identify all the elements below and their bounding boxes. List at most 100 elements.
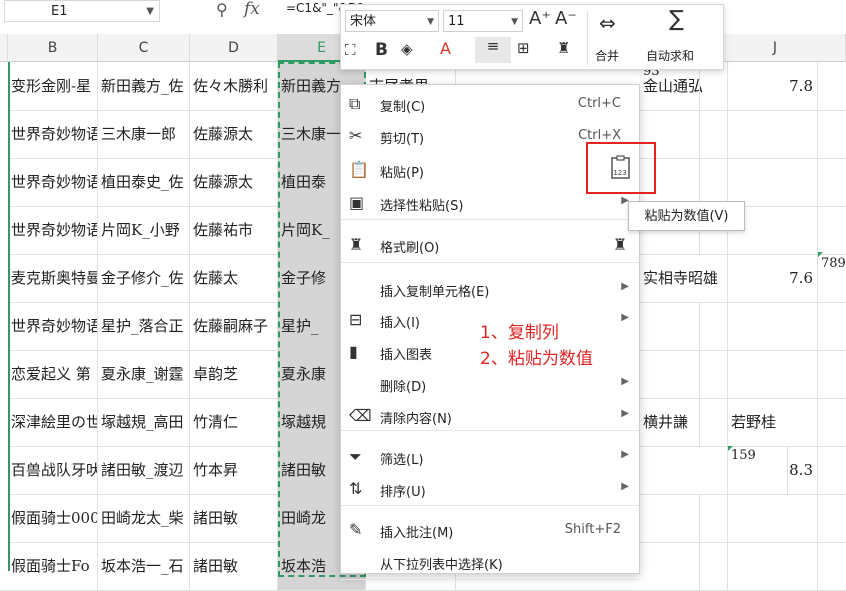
menu-item-item-13[interactable]: 从下拉列表中选择(K) xyxy=(341,546,639,578)
menu-divider xyxy=(341,579,639,580)
cell-k[interactable] xyxy=(640,302,700,350)
cell-num[interactable] xyxy=(728,302,818,350)
cell-b[interactable]: 世界奇妙物语 xyxy=(8,158,98,206)
cell-c[interactable]: 星护_落合正 xyxy=(98,302,190,350)
autosum-button[interactable]: 自动求和 xyxy=(646,47,694,64)
fill-color-icon[interactable]: ◈ xyxy=(401,40,413,58)
cell-b[interactable]: 假面骑士Fo xyxy=(8,542,98,590)
menu-item-format-painter[interactable]: ♜ 格式刷(O) xyxy=(341,229,639,261)
font-value: 宋体 xyxy=(350,14,377,29)
column-header-d[interactable]: D xyxy=(190,34,278,62)
column-header-b[interactable]: B xyxy=(8,34,98,62)
menu-item-copy[interactable]: ⧉ 复制(C) Ctrl+C xyxy=(341,88,639,120)
cell-d[interactable]: 諸田敏 xyxy=(190,542,278,590)
cell-d[interactable]: 佐藤太 xyxy=(190,254,278,302)
cell-d[interactable]: 佐藤源太 xyxy=(190,110,278,158)
cell-num[interactable] xyxy=(728,494,818,542)
cell-c[interactable]: 植田泰史_佐 xyxy=(98,158,190,206)
cell-c[interactable]: 片岡K_小野 xyxy=(98,206,190,254)
chevron-down-icon[interactable]: ▼ xyxy=(146,1,154,23)
cell-i[interactable] xyxy=(640,446,728,494)
cell-d[interactable]: 諸田敏 xyxy=(190,494,278,542)
submenu-arrow-icon: ▶ xyxy=(621,449,629,460)
cell-k[interactable] xyxy=(640,350,700,398)
cell-b[interactable]: 麦克斯奥特曼 xyxy=(8,254,98,302)
menu-item-label: 删除(D) xyxy=(380,380,427,395)
paste-special-icon: ▣ xyxy=(349,193,365,212)
cell-k[interactable]: 159 xyxy=(728,446,788,494)
cell-b[interactable]: 世界奇妙物语 xyxy=(8,302,98,350)
cell-k[interactable]: 789 xyxy=(818,254,846,302)
cell-d[interactable]: 竹清仁 xyxy=(190,398,278,446)
cell-c[interactable]: 三木康一郎 xyxy=(98,110,190,158)
font-size-select[interactable]: 11 ▼ xyxy=(443,10,523,32)
menu-item-comment[interactable]: ✎ 插入批注(M) Shift+F2 xyxy=(341,514,639,546)
format-painter-icon[interactable]: ♜ xyxy=(613,235,627,254)
grow-font-icon[interactable]: A⁺ xyxy=(529,8,551,29)
cell-b[interactable]: 百兽战队牙吠 xyxy=(8,446,98,494)
merge-button[interactable]: 合并 xyxy=(595,47,619,64)
font-select[interactable]: 宋体 ▼ xyxy=(345,10,439,32)
cell-c[interactable]: 諸田敏_渡辺 xyxy=(98,446,190,494)
cell-b[interactable]: 世界奇妙物语 xyxy=(8,206,98,254)
cell-d[interactable]: 卓韵芝 xyxy=(190,350,278,398)
cell-c[interactable]: 金子修介_佐 xyxy=(98,254,190,302)
name-box[interactable]: E1 ▼ xyxy=(4,0,160,22)
menu-item-filter[interactable]: ⏷ 筛选(L) ▶ xyxy=(341,441,639,473)
format-cells-icon[interactable]: ⛶ xyxy=(345,41,356,59)
menu-divider xyxy=(341,219,639,220)
magnifier-icon[interactable]: ⚲ xyxy=(216,0,228,19)
menu-item-sort[interactable]: ⇅ 排序(U) ▶ xyxy=(341,473,639,505)
cell-c[interactable]: 夏永康_谢霆 xyxy=(98,350,190,398)
comment-indicator xyxy=(818,252,823,257)
cell-c[interactable]: 田崎龙太_柴 xyxy=(98,494,190,542)
column-header-c[interactable]: C xyxy=(98,34,190,62)
cell-num[interactable] xyxy=(728,542,818,590)
filter-icon: ⏷ xyxy=(349,447,362,466)
cell-reference: E1 xyxy=(51,4,68,19)
borders-icon[interactable]: ⊞ xyxy=(517,39,530,57)
cell-num[interactable] xyxy=(728,110,818,158)
cell-d[interactable]: 佐藤嗣麻子 xyxy=(190,302,278,350)
align-center-icon[interactable]: ≡ xyxy=(475,37,511,63)
cell-b[interactable]: 深津絵里の世 xyxy=(8,398,98,446)
paste-values-icon[interactable]: 123 xyxy=(610,155,635,180)
insert-icon: ⊟ xyxy=(349,310,363,329)
cell-k[interactable] xyxy=(640,494,700,542)
cell-b[interactable]: 恋爱起义 第 xyxy=(8,350,98,398)
mini-toolbar: 宋体 ▼ 11 ▼ A⁺ A⁻ ⛶ B ◈ A ≡ ⊞ ♜ ⇔ 合并 ∑ 自动求和 xyxy=(340,4,724,70)
shrink-font-icon[interactable]: A⁻ xyxy=(555,8,577,29)
cell-d[interactable]: 佐藤祐市 xyxy=(190,206,278,254)
cell-c[interactable]: 坂本浩一_石 xyxy=(98,542,190,590)
cell-k[interactable] xyxy=(640,542,700,590)
cell-d[interactable]: 竹本昇 xyxy=(190,446,278,494)
cell-b[interactable]: 变形金刚-星 xyxy=(8,62,98,110)
format-painter-icon: ♜ xyxy=(349,235,364,254)
menu-item-label: 格式刷(O) xyxy=(380,241,440,256)
cell-num[interactable]: 若野桂 xyxy=(728,398,818,446)
menu-item-clear[interactable]: ⌫ 清除内容(N) ▶ xyxy=(341,400,639,432)
cell-k[interactable] xyxy=(640,398,700,446)
cell-d[interactable]: 佐々木勝利 xyxy=(190,62,278,110)
cell-b[interactable]: 假面骑士000 xyxy=(8,494,98,542)
cell-num[interactable]: 7.8 xyxy=(728,62,818,110)
cell-b[interactable]: 世界奇妙物语 xyxy=(8,110,98,158)
annotation-step-2: 2、粘贴为数值 xyxy=(480,349,593,369)
cell-num[interactable] xyxy=(728,350,818,398)
paste-values-tooltip: 粘贴为数值(V) xyxy=(628,201,745,231)
merge-icon[interactable]: ⇔ xyxy=(599,11,616,35)
cell-i[interactable]: 实相寺昭雄 xyxy=(640,254,728,302)
menu-item-item-5[interactable]: 插入复制单元格(E) ▶ xyxy=(341,273,639,305)
cell-c[interactable]: 塚越規_高田 xyxy=(98,398,190,446)
menu-item-item-8[interactable]: 删除(D) ▶ xyxy=(341,368,639,400)
fx-icon[interactable]: fx xyxy=(244,0,260,19)
cell-num[interactable]: 7.6 xyxy=(728,254,818,302)
cell-c[interactable]: 新田義方_佐 xyxy=(98,62,190,110)
sum-icon[interactable]: ∑ xyxy=(669,7,684,32)
bold-icon[interactable]: B xyxy=(375,40,388,60)
font-color-icon[interactable]: A xyxy=(440,39,451,58)
cell-d[interactable]: 佐藤源太 xyxy=(190,158,278,206)
format-painter-icon[interactable]: ♜ xyxy=(557,39,570,57)
cell-num[interactable] xyxy=(728,158,818,206)
submenu-arrow-icon: ▶ xyxy=(621,481,629,492)
